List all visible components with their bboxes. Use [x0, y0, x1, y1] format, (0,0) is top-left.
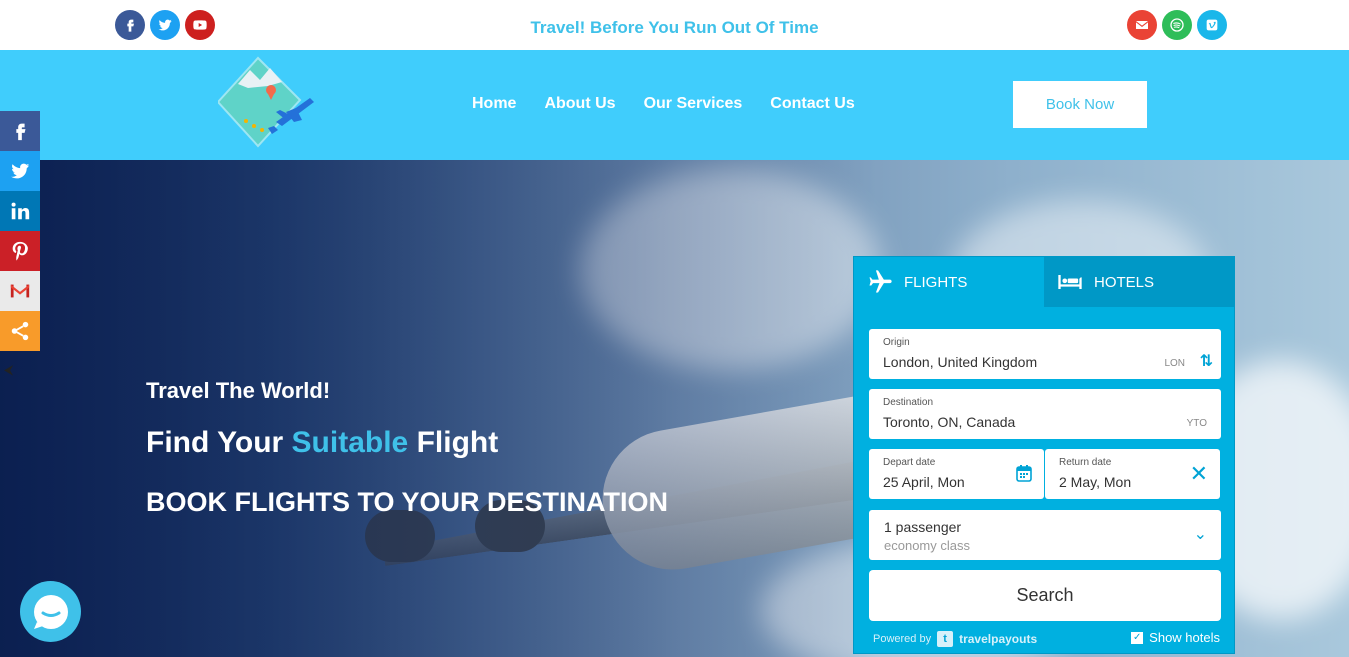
share-icon[interactable]	[0, 311, 40, 351]
destination-code: YTO	[1186, 418, 1207, 429]
passengers-select[interactable]: 1 passenger economy class ⌄	[869, 510, 1221, 560]
pinterest-icon[interactable]	[0, 231, 40, 271]
envelope-icon[interactable]	[1127, 10, 1157, 40]
tab-hotels[interactable]: HOTELS	[1044, 257, 1234, 307]
travel-class: economy class	[884, 538, 970, 553]
return-date-label: Return date	[1059, 457, 1112, 468]
logo[interactable]	[216, 56, 314, 148]
swap-icon[interactable]: ⇅	[1200, 351, 1213, 371]
search-button[interactable]: Search	[869, 570, 1221, 621]
spotify-icon[interactable]	[1162, 10, 1192, 40]
hero-heading-main: Find Your Suitable Flight	[146, 426, 499, 459]
travelpayouts-logo-icon: t	[937, 631, 954, 647]
chevron-down-icon: ⌄	[1193, 526, 1207, 543]
depart-date-label: Depart date	[883, 457, 936, 468]
tab-flights[interactable]: FLIGHTS	[854, 257, 1044, 307]
social-share-bar	[0, 111, 40, 351]
nav-contact-us[interactable]: Contact Us	[770, 95, 854, 113]
destination-label: Destination	[883, 397, 934, 408]
hide-share-arrow-icon[interactable]: ⮜	[4, 362, 13, 378]
vimeo-icon[interactable]	[1197, 10, 1227, 40]
origin-value: London, United Kingdom	[883, 354, 1038, 370]
powered-by: Powered by t travelpayouts	[873, 631, 1037, 647]
passengers-count: 1 passenger	[884, 519, 962, 535]
destination-value: Toronto, ON, Canada	[883, 414, 1016, 430]
airplane-icon	[869, 270, 892, 293]
nav-about-us[interactable]: About Us	[544, 95, 615, 113]
chat-button[interactable]	[20, 581, 81, 642]
flight-search-widget: FLIGHTS HOTELS Origin London, United Kin…	[853, 256, 1235, 654]
hero-subheading: BOOK FLIGHTS TO YOUR DESTINATION	[146, 487, 669, 517]
show-hotels-toggle[interactable]: ✓ Show hotels	[1131, 630, 1220, 645]
depart-date-field[interactable]: Depart date 25 April, Mon	[869, 449, 1044, 499]
widget-tabs: FLIGHTS HOTELS	[854, 257, 1234, 307]
facebook-icon[interactable]	[0, 111, 40, 151]
calendar-icon[interactable]	[1016, 464, 1032, 482]
origin-label: Origin	[883, 337, 910, 348]
bed-icon	[1058, 275, 1082, 289]
checkbox-checked-icon[interactable]: ✓	[1131, 631, 1144, 644]
provider-name[interactable]: travelpayouts	[959, 632, 1037, 646]
origin-code: LON	[1164, 358, 1185, 369]
twitter-icon[interactable]	[0, 151, 40, 191]
nav-our-services[interactable]: Our Services	[644, 95, 743, 113]
gmail-icon[interactable]	[0, 271, 40, 311]
depart-date-value: 25 April, Mon	[883, 474, 965, 490]
hero-accent-word: Suitable	[291, 426, 409, 459]
powered-by-label: Powered by	[873, 633, 932, 645]
top-bar: Travel! Before You Run Out Of Time	[0, 0, 1349, 50]
show-hotels-label: Show hotels	[1149, 630, 1220, 645]
tab-hotels-label: HOTELS	[1094, 273, 1155, 291]
linkedin-icon[interactable]	[0, 191, 40, 231]
destination-field[interactable]: Destination Toronto, ON, Canada YTO	[869, 389, 1221, 439]
return-date-value: 2 May, Mon	[1059, 474, 1132, 490]
nav-home[interactable]: Home	[472, 95, 516, 113]
chat-bubble-icon	[33, 594, 68, 629]
tab-flights-label: FLIGHTS	[904, 273, 968, 291]
origin-field[interactable]: Origin London, United Kingdom LON ⇅	[869, 329, 1221, 379]
main-header: Home About Us Our Services Contact Us Bo…	[0, 50, 1349, 160]
hero-heading-small: Travel The World!	[146, 378, 331, 403]
book-now-button[interactable]: Book Now	[1013, 81, 1147, 128]
close-icon[interactable]: ✕	[1190, 461, 1208, 487]
return-date-field[interactable]: Return date 2 May, Mon ✕	[1045, 449, 1220, 499]
main-nav: Home About Us Our Services Contact Us	[472, 95, 855, 113]
